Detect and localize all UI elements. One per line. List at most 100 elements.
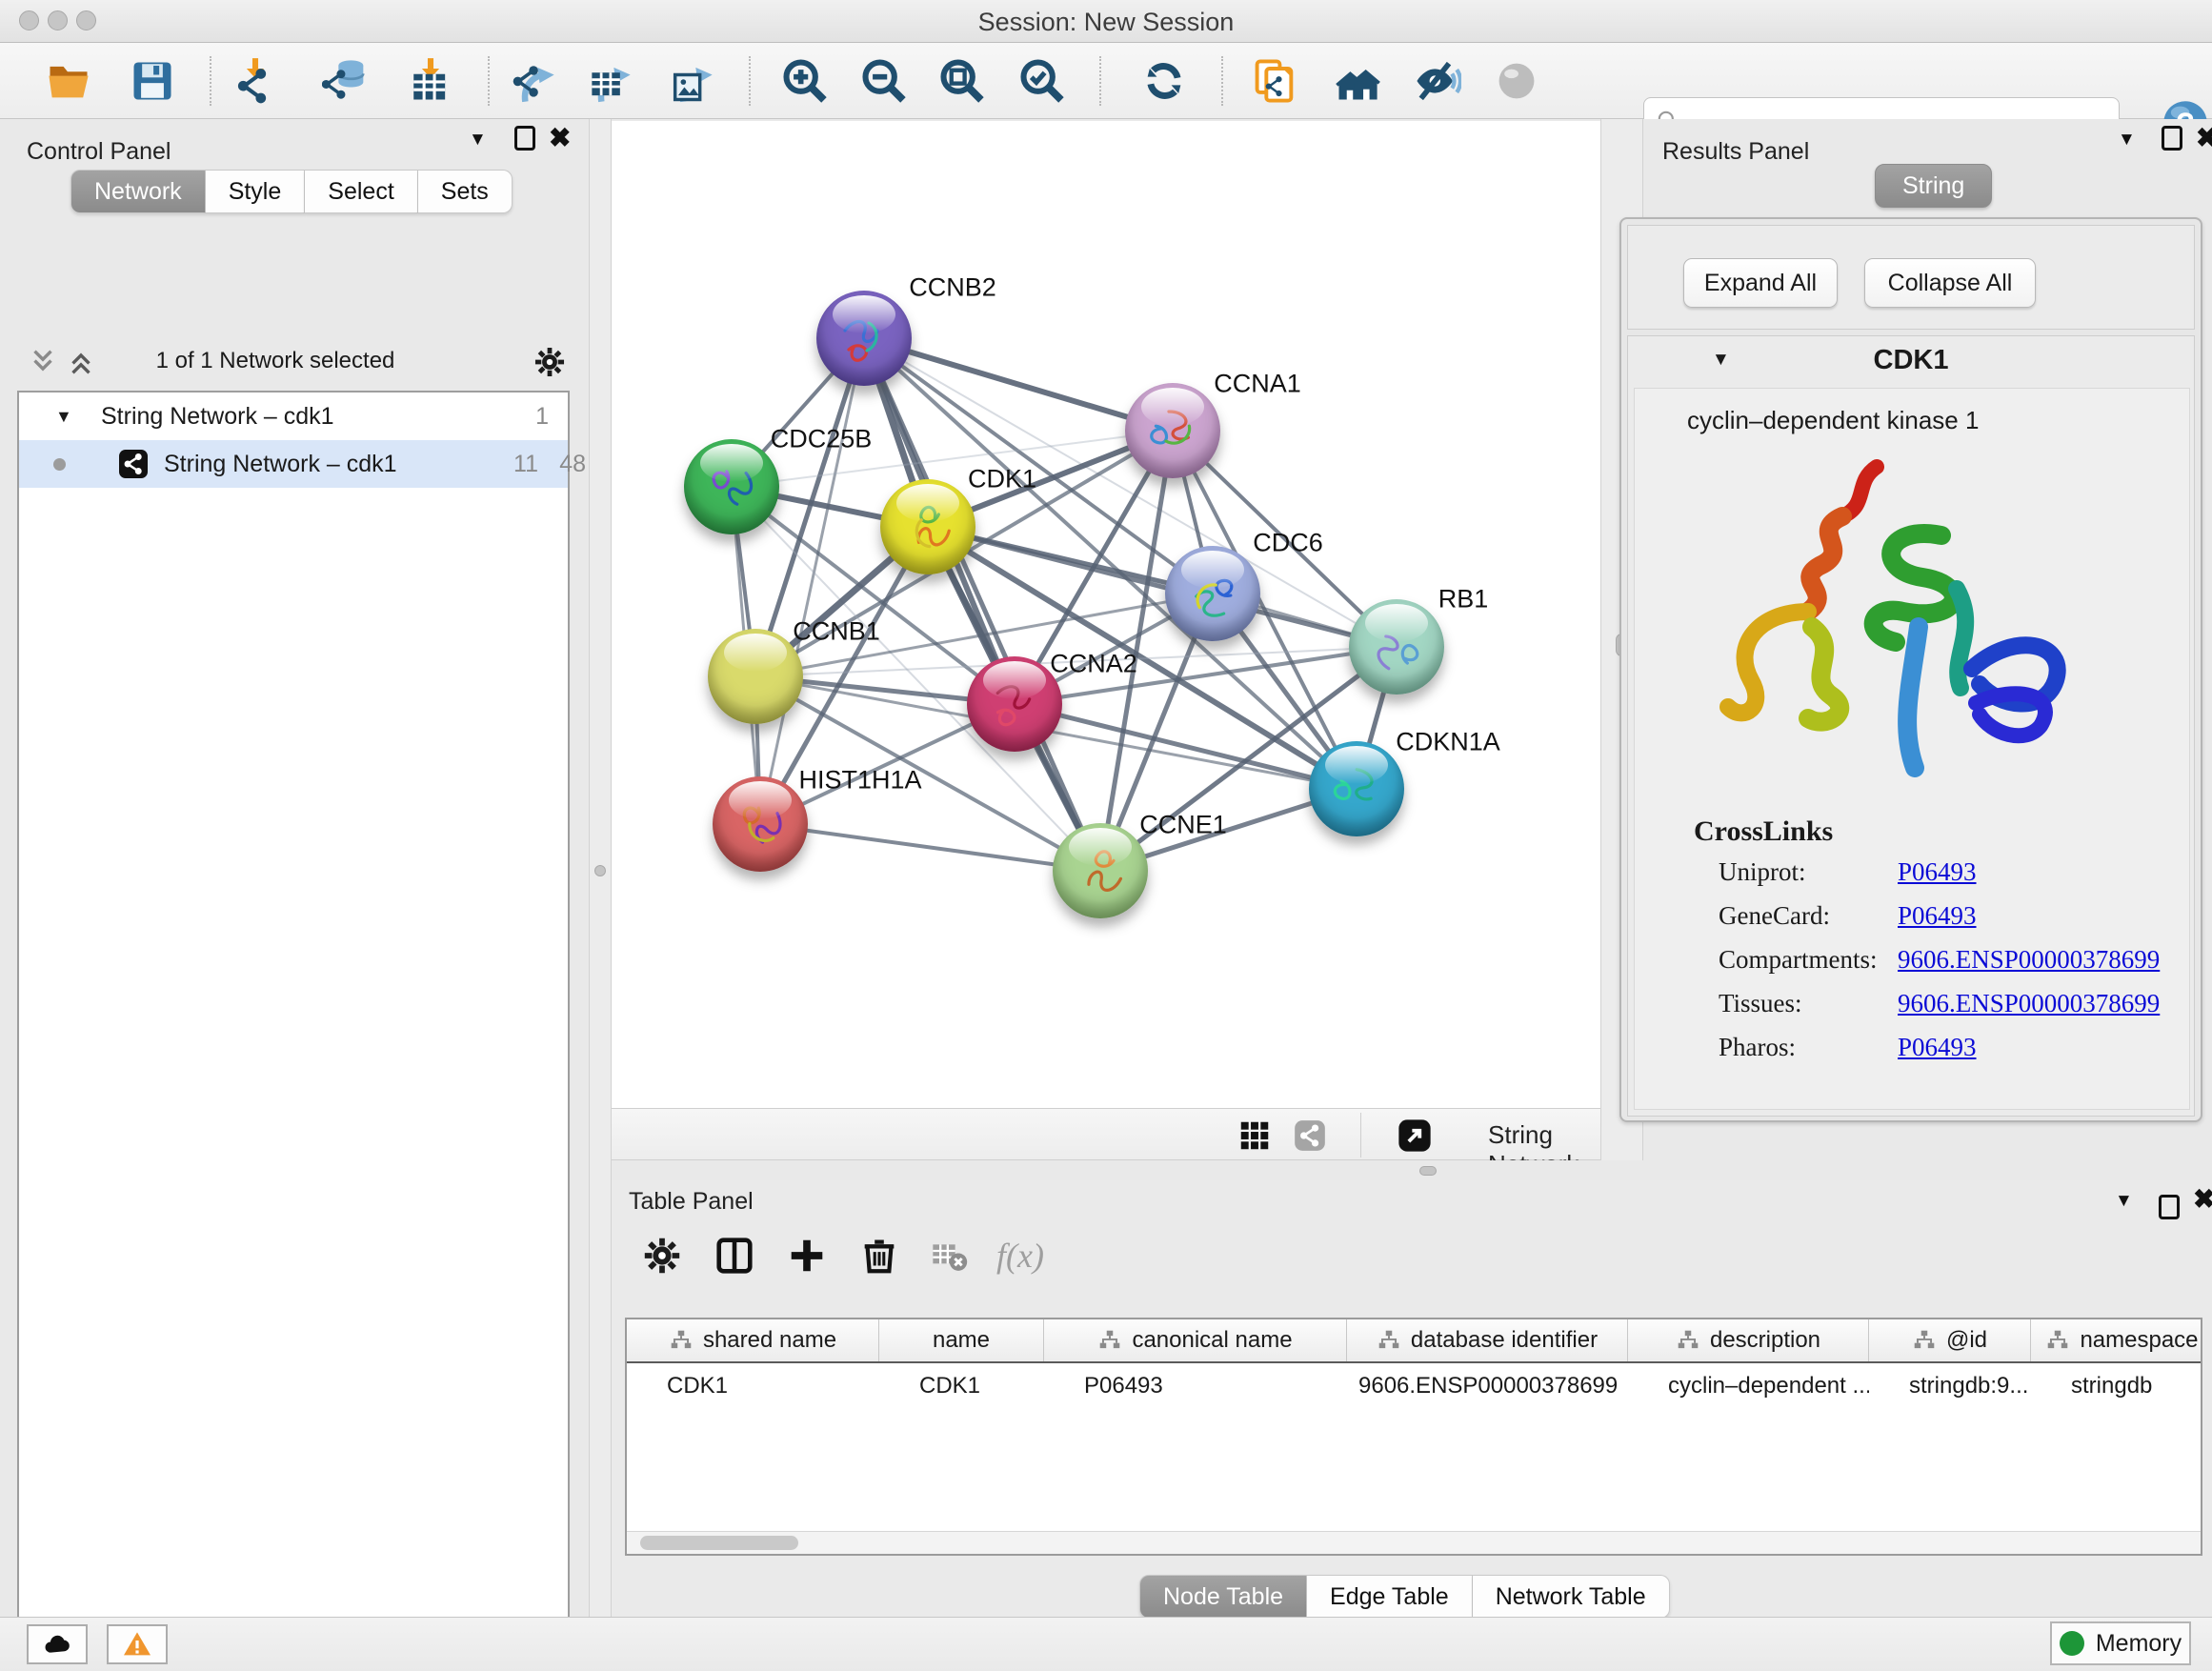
network-node-RB1[interactable] (1349, 599, 1444, 695)
results-panel-menu-caret-icon[interactable]: ▼ (2118, 119, 2136, 159)
crosslink-link[interactable]: P06493 (1898, 1033, 1977, 1062)
home-button[interactable] (1331, 54, 1384, 108)
column-label: database identifier (1411, 1327, 1598, 1354)
network-node-CDC25B[interactable] (684, 439, 779, 534)
cloud-status-button[interactable] (27, 1624, 88, 1664)
network-node-CCNA2[interactable] (967, 656, 1062, 752)
delete-column-trash-icon[interactable] (857, 1234, 901, 1278)
table-cell[interactable]: P06493 (1044, 1365, 1347, 1407)
node-details-scroll-area[interactable]: ▼ CDK1 cyclin–dependent kinase 1 (1627, 335, 2195, 1117)
open-session-button[interactable] (42, 54, 95, 108)
refresh-network-button[interactable] (1137, 54, 1191, 108)
network-edge-HIST1H1A-CCNE1[interactable] (760, 824, 1100, 871)
table-panel-float-icon[interactable] (2159, 1194, 2180, 1232)
import-network-button[interactable] (229, 54, 282, 108)
column-header-@id[interactable]: @id (1869, 1319, 2031, 1361)
network-node-CDC6[interactable] (1165, 546, 1260, 641)
export-table-button[interactable] (583, 54, 636, 108)
export-network-button[interactable] (507, 54, 560, 108)
network-share-icon (116, 447, 151, 481)
tree-expand-caret-icon[interactable]: ▼ (55, 407, 72, 427)
table-cell[interactable]: 9606.ENSP00000378699 (1347, 1365, 1628, 1407)
memory-button[interactable]: Memory (2050, 1621, 2191, 1665)
network-tree-row[interactable]: ▼ String Network – cdk1 1 (19, 393, 568, 440)
table-cell[interactable]: CDK1 (627, 1365, 879, 1407)
zoom-fit-button[interactable] (935, 54, 989, 108)
column-type-icon (1097, 1328, 1122, 1353)
network-edge-CDK1-RB1[interactable] (928, 527, 1397, 647)
warnings-button[interactable] (107, 1624, 168, 1664)
column-header-description[interactable]: description (1628, 1319, 1869, 1361)
tab-sets[interactable]: Sets (418, 170, 513, 213)
tab-edge-table[interactable]: Edge Table (1307, 1575, 1473, 1619)
zoom-out-button[interactable] (857, 54, 911, 108)
column-header-canonical-name[interactable]: canonical name (1044, 1319, 1347, 1361)
results-panel-close-icon[interactable]: ✖ (2196, 119, 2212, 159)
level-of-detail-button[interactable] (1490, 54, 1543, 108)
expand-all-button[interactable]: Expand All (1683, 258, 1838, 308)
tab-network[interactable]: Network (70, 170, 206, 213)
column-type-icon (2045, 1328, 2070, 1353)
network-view-canvas[interactable]: CCNB2CCNA1CDC25BCDK1CDC6RB1CCNB1CCNA2CDK… (612, 121, 1600, 1108)
table-panel-menu-caret-icon[interactable]: ▼ (2115, 1180, 2133, 1220)
delete-table-icon[interactable] (930, 1234, 968, 1278)
network-name: String Network – cdk1 (164, 451, 397, 478)
open-view-icon[interactable] (1395, 1116, 1435, 1156)
table-cell[interactable]: CDK1 (879, 1365, 1044, 1407)
crosslink-link[interactable]: 9606.ENSP00000378699 (1898, 989, 2160, 1018)
network-node-CCNB2[interactable] (816, 291, 912, 386)
network-options-gear-icon[interactable] (532, 344, 568, 380)
tab-network-table[interactable]: Network Table (1473, 1575, 1670, 1619)
cdk1-section-header[interactable]: ▼ CDK1 (1628, 336, 2194, 386)
table-cell[interactable]: stringdb:9... (1869, 1365, 2031, 1407)
crosslink-link[interactable]: P06493 (1898, 901, 1977, 931)
control-panel-close-icon[interactable]: ✖ (549, 119, 571, 159)
add-column-icon[interactable] (785, 1234, 829, 1278)
column-header-name[interactable]: name (879, 1319, 1044, 1361)
network-node-CCNB1[interactable] (708, 629, 803, 724)
column-header-namespace[interactable]: namespace (2031, 1319, 2202, 1361)
table-panel-close-icon[interactable]: ✖ (2193, 1180, 2212, 1220)
network-node-CDK1[interactable] (880, 479, 975, 574)
network-node-HIST1H1A[interactable] (713, 776, 808, 872)
export-image-button[interactable] (665, 54, 718, 108)
tab-select[interactable]: Select (305, 170, 417, 213)
grid-view-icon[interactable] (1237, 1117, 1273, 1154)
warning-icon (122, 1629, 152, 1660)
control-panel-menu-caret-icon[interactable]: ▼ (469, 119, 487, 159)
crosslink-row: Pharos:P06493 (1719, 1033, 2166, 1077)
table-horizontal-scrollbar[interactable] (627, 1531, 2201, 1554)
table-options-gear-icon[interactable] (640, 1234, 684, 1278)
show-columns-icon[interactable] (713, 1234, 756, 1278)
control-panel-float-icon[interactable] (514, 125, 535, 163)
function-builder-icon[interactable]: f(x) (996, 1236, 1044, 1276)
network-node-CCNE1[interactable] (1053, 823, 1148, 918)
import-table-button[interactable] (404, 54, 457, 108)
network-node-CCNA1[interactable] (1125, 383, 1220, 478)
column-header-database-identifier[interactable]: database identifier (1347, 1319, 1628, 1361)
left-panel-divider[interactable] (589, 119, 612, 1617)
network-node-CDKN1A[interactable] (1309, 741, 1404, 836)
table-cell[interactable]: cyclin–dependent ... (1628, 1365, 1869, 1407)
network-tree-row[interactable]: String Network – cdk1 11 48 (19, 440, 568, 488)
crosslink-link[interactable]: P06493 (1898, 857, 1977, 887)
network-edge-CCNB2-HIST1H1A[interactable] (760, 338, 864, 824)
zoom-in-button[interactable] (778, 54, 832, 108)
horizontal-splitter[interactable] (612, 1160, 2212, 1180)
hide-graphics-details-button[interactable] (1410, 54, 1463, 108)
zoom-selected-button[interactable] (1016, 54, 1069, 108)
collapse-all-button[interactable]: Collapse All (1864, 258, 2036, 308)
results-panel-float-icon[interactable] (2162, 125, 2182, 163)
save-session-button[interactable] (126, 54, 179, 108)
network-thumbnail-icon[interactable] (1292, 1117, 1328, 1154)
cloud-icon (42, 1629, 72, 1660)
import-database-button[interactable] (320, 54, 373, 108)
tab-string[interactable]: String (1875, 164, 1992, 208)
column-header-shared-name[interactable]: shared name (627, 1319, 879, 1361)
crosslink-link[interactable]: 9606.ENSP00000378699 (1898, 945, 2160, 975)
clone-network-button[interactable] (1248, 54, 1301, 108)
table-cell[interactable]: stringdb (2031, 1365, 2202, 1407)
scrollbar-thumb[interactable] (640, 1536, 798, 1550)
tab-style[interactable]: Style (206, 170, 306, 213)
tab-node-table[interactable]: Node Table (1139, 1575, 1307, 1619)
